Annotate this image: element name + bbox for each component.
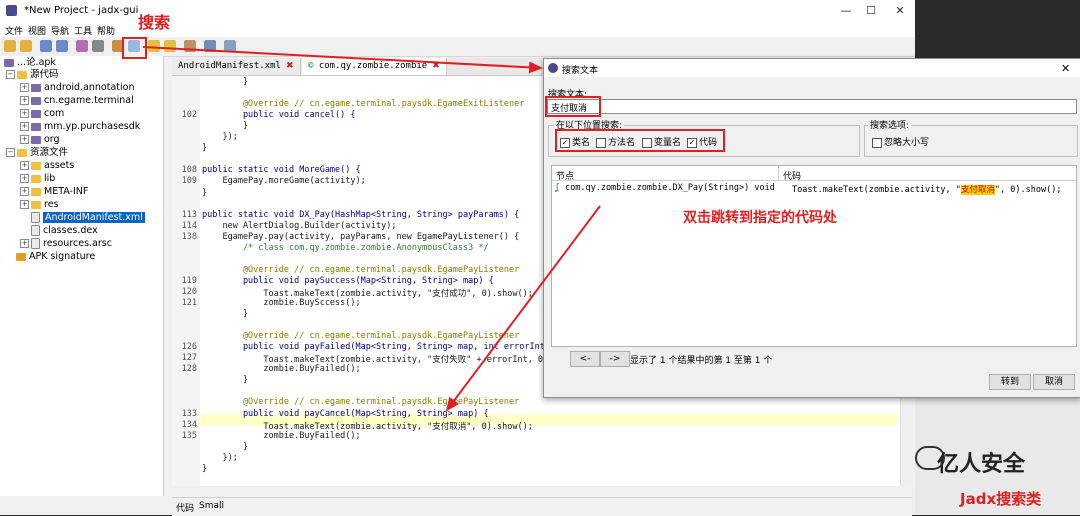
- arrow-to-code: [445, 205, 601, 412]
- arrow-to-dialog: [142, 46, 543, 74]
- annotation-arrows: [142, 46, 601, 412]
